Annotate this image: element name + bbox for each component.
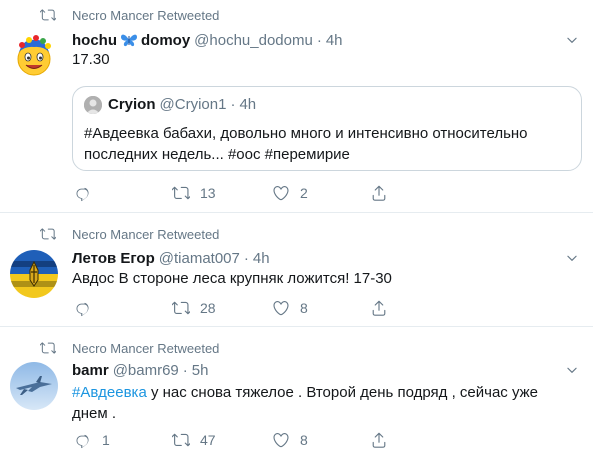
retweet-icon (40, 7, 56, 23)
tweet-header: bamr @bamr69 · 5h (72, 360, 563, 380)
tweet-3[interactable]: Necro Mancer Retweeted bamr @bamr69 · 5h… (0, 327, 593, 459)
quoted-display-name[interactable]: Cryion (108, 96, 156, 113)
chevron-down-icon[interactable] (565, 33, 579, 47)
tweet-actions: 28 8 (72, 298, 412, 318)
reply-button[interactable] (74, 298, 102, 318)
retweet-icon (172, 431, 190, 449)
quoted-text: #Авдеевка бабахи, довольно много и интен… (84, 125, 528, 163)
reply-icon (74, 184, 92, 202)
avatar[interactable] (10, 32, 58, 80)
retweet-count: 28 (200, 300, 216, 316)
share-button[interactable] (370, 183, 388, 203)
share-button[interactable] (370, 298, 388, 318)
retweet-icon (172, 299, 190, 317)
user-handle[interactable]: @hochu_dodomu (194, 32, 313, 49)
avatar[interactable] (10, 362, 58, 410)
share-icon (370, 299, 388, 317)
tweet-text: 17.30 (72, 51, 110, 68)
retweet-context: Necro Mancer Retweeted (52, 339, 219, 357)
display-name[interactable]: bamr (72, 362, 109, 379)
reply-button[interactable] (74, 183, 102, 203)
retweet-context-label[interactable]: Necro Mancer Retweeted (72, 8, 219, 23)
reply-icon (74, 299, 92, 317)
timestamp[interactable]: 4h (253, 250, 270, 267)
chevron-down-icon[interactable] (565, 363, 579, 377)
tweet-2[interactable]: Necro Mancer Retweeted Летов Егор @tiama… (0, 213, 593, 325)
retweet-context-label[interactable]: Necro Mancer Retweeted (72, 341, 219, 356)
retweet-button[interactable]: 28 (172, 298, 216, 318)
quoted-handle[interactable]: @Cryion1 (160, 96, 227, 113)
separator-dot: · (243, 249, 249, 267)
like-button[interactable]: 8 (272, 298, 308, 318)
quoted-tweet[interactable]: Cryion @Cryion1 · 4h #Авдеевка бабахи, д… (72, 86, 582, 171)
like-count: 8 (300, 300, 308, 316)
separator-dot: · (230, 96, 236, 113)
retweet-icon (172, 184, 190, 202)
tweet-header: Летов Егор @tiamat007 · 4h (72, 248, 563, 268)
retweet-count: 13 (200, 185, 216, 201)
like-button[interactable]: 8 (272, 430, 308, 450)
share-icon (370, 431, 388, 449)
tweet-actions: 13 2 (72, 183, 412, 203)
avatar[interactable] (10, 250, 58, 298)
retweet-context: Necro Mancer Retweeted (52, 225, 219, 243)
timestamp[interactable]: 5h (192, 362, 209, 379)
chevron-down-icon[interactable] (565, 251, 579, 265)
reply-count: 1 (102, 432, 110, 448)
heart-icon (272, 184, 290, 202)
share-icon (370, 184, 388, 202)
quoted-timestamp[interactable]: 4h (239, 96, 256, 113)
tweet-actions: 1 47 8 (72, 430, 412, 450)
like-count: 2 (300, 185, 308, 201)
display-name[interactable]: hochu (72, 32, 117, 49)
tweet-text: Авдос В стороне леса крупняк ложится! 17… (72, 270, 392, 287)
display-name-suffix[interactable]: domoy (141, 32, 190, 49)
display-name[interactable]: Летов Егор (72, 250, 155, 267)
separator-dot: · (182, 361, 188, 379)
retweet-count: 47 (200, 432, 216, 448)
user-handle[interactable]: @bamr69 (113, 362, 179, 379)
reply-button[interactable]: 1 (74, 430, 110, 450)
butterfly-icon (121, 34, 137, 47)
retweet-context: Necro Mancer Retweeted (52, 6, 219, 24)
quoted-avatar[interactable] (84, 96, 102, 114)
reply-icon (74, 431, 92, 449)
like-button[interactable]: 2 (272, 183, 308, 203)
tweet-1[interactable]: Necro Mancer Retweeted hochu domoy @hoch… (0, 0, 593, 210)
retweet-icon (40, 340, 56, 356)
heart-icon (272, 431, 290, 449)
share-button[interactable] (370, 430, 388, 450)
user-handle[interactable]: @tiamat007 (159, 250, 240, 267)
tweet-text: #Авдеевка у нас снова тяжелое . Второй д… (72, 382, 563, 424)
retweet-button[interactable]: 13 (172, 183, 216, 203)
retweet-context-label[interactable]: Necro Mancer Retweeted (72, 227, 219, 242)
tweet-header: hochu domoy @hochu_dodomu · 4h (72, 30, 563, 50)
hashtag-link[interactable]: #Авдеевка (72, 384, 147, 401)
quoted-header: Cryion @Cryion1 · 4h (108, 96, 256, 113)
heart-icon (272, 299, 290, 317)
separator-dot: · (316, 31, 322, 49)
retweet-button[interactable]: 47 (172, 430, 216, 450)
like-count: 8 (300, 432, 308, 448)
retweet-icon (40, 226, 56, 242)
timestamp[interactable]: 4h (326, 32, 343, 49)
